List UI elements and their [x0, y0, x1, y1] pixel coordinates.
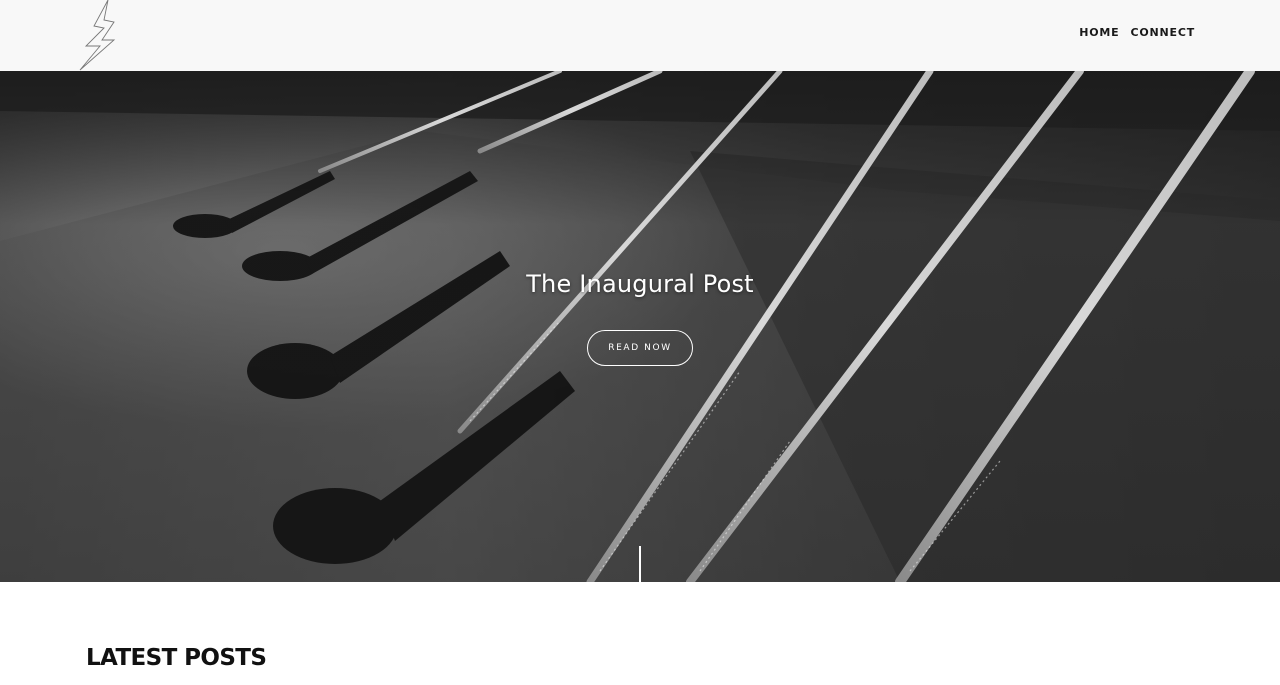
read-now-button[interactable]: READ NOW [587, 330, 693, 366]
main-nav: HOME CONNECT [1079, 26, 1195, 39]
site-logo[interactable] [78, 0, 118, 71]
nav-connect-link[interactable]: CONNECT [1130, 26, 1195, 39]
latest-posts-heading: LATEST POSTS [86, 645, 267, 671]
hero-title: The Inaugural Post [526, 270, 754, 298]
lightning-bolt-icon [79, 0, 116, 71]
site-header: HOME CONNECT [0, 0, 1280, 71]
scroll-indicator[interactable] [639, 546, 641, 582]
nav-home-link[interactable]: HOME [1079, 26, 1119, 39]
guitar-strings-photo [0, 71, 1280, 582]
hero-banner: The Inaugural Post READ NOW [0, 71, 1280, 582]
